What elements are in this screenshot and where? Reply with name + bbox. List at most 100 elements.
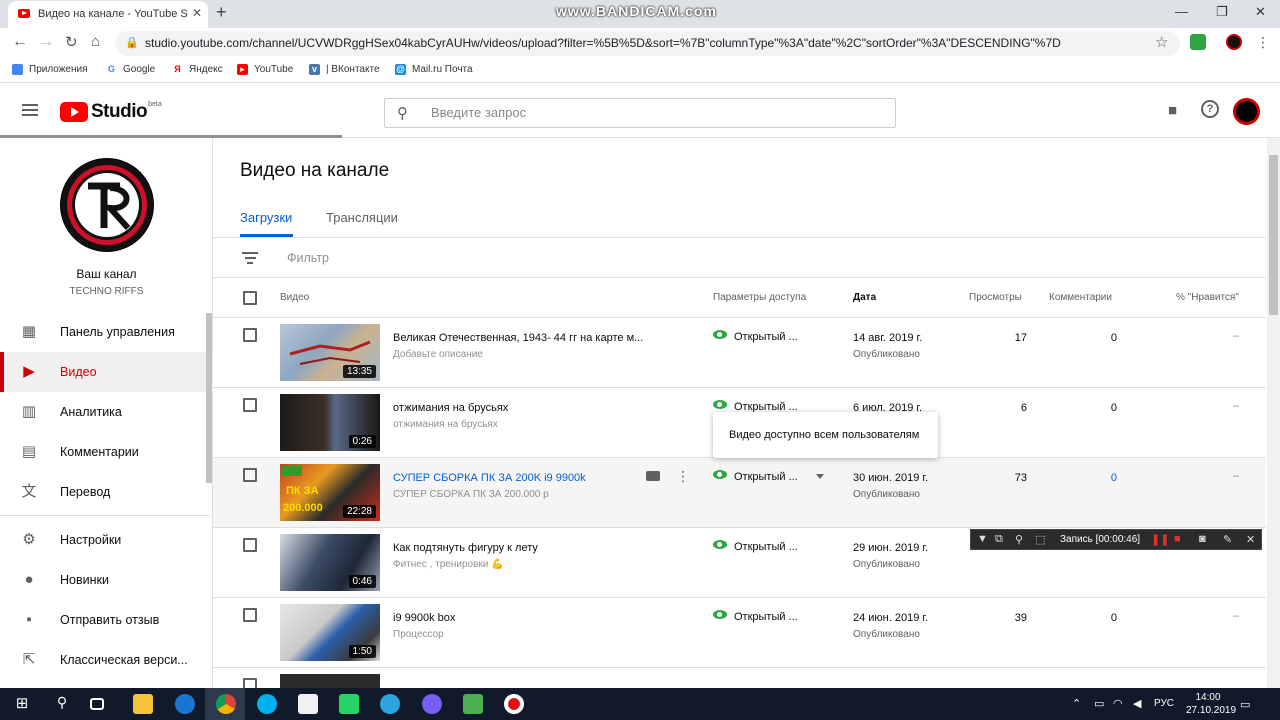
whatsapp-icon[interactable] (339, 694, 359, 714)
row-checkbox[interactable] (243, 328, 257, 342)
table-row[interactable] (213, 668, 1266, 688)
video-thumbnail[interactable]: 1:50 (280, 604, 380, 661)
bookmark-apps[interactable]: Приложения (12, 64, 88, 75)
hamburger-menu-icon[interactable] (22, 104, 38, 116)
table-row[interactable]: 1:50 i9 9900k box Процессор Открытый ...… (213, 598, 1266, 668)
row-checkbox[interactable] (243, 398, 257, 412)
row-checkbox[interactable] (243, 538, 257, 552)
bookmark-star-icon[interactable]: ☆ (1155, 33, 1168, 51)
row-checkbox[interactable] (243, 678, 257, 688)
tray-volume-icon[interactable]: ◀ (1133, 697, 1141, 710)
help-icon[interactable]: ? (1201, 100, 1219, 118)
sidebar-item-videos[interactable]: ▶ Видео (0, 352, 213, 392)
channel-avatar[interactable] (60, 158, 154, 252)
video-comments[interactable]: 0 (1063, 472, 1117, 484)
bookmark-mailru[interactable]: @ Mail.ru Почта (395, 64, 473, 75)
sidebar-item-dashboard[interactable]: ▦ Панель управления (0, 312, 213, 352)
table-row[interactable]: ПК ЗА 200.000 22:28 СУПЕР СБОРКА ПК ЗА 20… (213, 458, 1266, 528)
search-input[interactable] (431, 105, 871, 120)
recorder-collapse-icon[interactable]: ▼ (977, 533, 988, 545)
column-header-comments[interactable]: Комментарии (1049, 292, 1112, 303)
sidebar-item-comments[interactable]: ▤ Комментарии (0, 432, 213, 472)
video-title[interactable]: i9 9900k box (393, 612, 455, 624)
file-explorer-icon[interactable] (133, 694, 153, 714)
row-checkbox[interactable] (243, 468, 257, 482)
visibility-dropdown[interactable]: Открытый ... (713, 330, 798, 343)
sidebar-item-classic[interactable]: ⇱ Классическая верси... (0, 640, 213, 680)
bookmark-vk[interactable]: v | ВКонтакте (309, 64, 380, 75)
select-all-checkbox[interactable] (243, 291, 257, 305)
home-icon[interactable]: ⌂ (91, 33, 100, 50)
recorder-screenshot-icon[interactable]: ◙ (1199, 533, 1206, 545)
video-title[interactable]: отжимания на брусьях (393, 402, 508, 414)
bookmark-youtube[interactable]: ▸ YouTube (237, 64, 293, 75)
forward-icon[interactable]: → (38, 33, 54, 51)
utorrent-icon[interactable] (463, 694, 483, 714)
dropdown-arrow-icon[interactable] (816, 474, 824, 479)
address-bar[interactable]: 🔒 studio.youtube.com/channel/UCVWDRggHSe… (115, 31, 1180, 56)
restore-icon[interactable]: ❐ (1216, 4, 1228, 20)
recorder-close-icon[interactable]: ✕ (1246, 533, 1255, 546)
sidebar-item-settings[interactable]: ⚙ Настройки (0, 520, 213, 560)
task-view-icon[interactable] (90, 698, 104, 710)
column-header-views[interactable]: Просмотры (969, 292, 1022, 303)
column-header-date[interactable]: Дата (853, 292, 876, 303)
tab-live[interactable]: Трансляции (326, 210, 398, 225)
column-header-likes[interactable]: % "Нравится" (1176, 292, 1239, 303)
sidebar-item-feedback[interactable]: ▪ Отправить отзыв (0, 600, 213, 640)
video-thumbnail[interactable]: 0:46 (280, 534, 380, 591)
back-icon[interactable]: ← (12, 33, 28, 51)
minimize-icon[interactable]: — (1175, 4, 1188, 19)
keyboard-language[interactable]: РУС (1154, 698, 1174, 709)
window-close-icon[interactable]: ✕ (1255, 4, 1266, 20)
visibility-dropdown[interactable]: Открытый ... (713, 610, 798, 623)
recorder-zoom-icon[interactable]: ⚲ (1015, 533, 1023, 546)
browser-menu-icon[interactable]: ⋮ (1256, 34, 1270, 51)
reload-icon[interactable]: ↻ (65, 33, 78, 51)
tray-chevron-icon[interactable]: ⌃ (1072, 697, 1081, 710)
bookmark-yandex[interactable]: Я Яндекс (172, 64, 223, 75)
chrome-icon[interactable] (216, 694, 236, 714)
filter-input[interactable]: Фильтр (287, 251, 329, 265)
tray-network-icon[interactable]: ▭ (1094, 697, 1104, 710)
main-scrollbar[interactable] (1267, 138, 1280, 688)
search-box[interactable]: ⚲ (384, 98, 896, 128)
scrollbar-thumb[interactable] (1269, 155, 1278, 315)
sidebar-scrollbar[interactable] (206, 313, 212, 483)
studio-logo[interactable]: Studio beta (60, 101, 162, 123)
sidebar-item-analytics[interactable]: ▥ Аналитика (0, 392, 213, 432)
recorder-region-icon[interactable]: ⬚ (1035, 533, 1045, 546)
video-title[interactable]: СУПЕР СБОРКА ПК ЗА 200K i9 9900k (393, 472, 586, 484)
video-title[interactable]: Как подтянуть фигуру к лету (393, 542, 538, 554)
store-icon[interactable] (298, 694, 318, 714)
youtube-watch-icon[interactable] (646, 471, 660, 481)
account-avatar[interactable] (1233, 98, 1260, 125)
shield-extension-icon[interactable] (1190, 34, 1206, 50)
recorder-draw-icon[interactable]: ✎ (1223, 533, 1232, 546)
recorder-stop-icon[interactable]: ■ (1174, 533, 1181, 545)
recorder-window-icon[interactable]: ⧉ (995, 533, 1003, 546)
telegram-icon[interactable] (380, 694, 400, 714)
taskbar-search-icon[interactable]: ⚲ (52, 694, 72, 714)
sidebar-item-whats-new[interactable]: ● Новинки (0, 560, 213, 600)
video-thumbnail[interactable]: ПК ЗА 200.000 22:28 (280, 464, 380, 521)
more-options-icon[interactable]: ⋮ (676, 468, 690, 485)
bookmark-google[interactable]: G Google (106, 64, 155, 75)
video-thumbnail[interactable]: 13:35 (280, 324, 380, 381)
row-checkbox[interactable] (243, 608, 257, 622)
table-row[interactable]: 13:35 Великая Отечественная, 1943- 44 гг… (213, 318, 1266, 388)
visibility-dropdown[interactable]: Открытый ... (713, 540, 798, 553)
sidebar-item-translations[interactable]: 文 Перевод (0, 472, 213, 512)
tray-wifi-icon[interactable]: ◠ (1113, 697, 1123, 710)
taskbar-clock[interactable]: 14:00 27.10.2019 (1186, 691, 1236, 717)
profile-avatar-icon[interactable] (1226, 34, 1242, 50)
notifications-icon[interactable]: ▭ (1240, 698, 1250, 711)
recorder-pause-icon[interactable]: ❚❚ (1151, 533, 1169, 546)
new-tab-button[interactable]: + (216, 2, 227, 23)
tab-close-icon[interactable]: ✕ (192, 6, 202, 20)
windows-start-icon[interactable]: ⊞ (12, 694, 32, 714)
visibility-dropdown[interactable]: Открытый ... (713, 470, 798, 483)
viber-icon[interactable] (422, 694, 442, 714)
video-thumbnail[interactable]: 0:26 (280, 394, 380, 451)
video-title[interactable]: Великая Отечественная, 1943- 44 гг на ка… (393, 332, 643, 344)
